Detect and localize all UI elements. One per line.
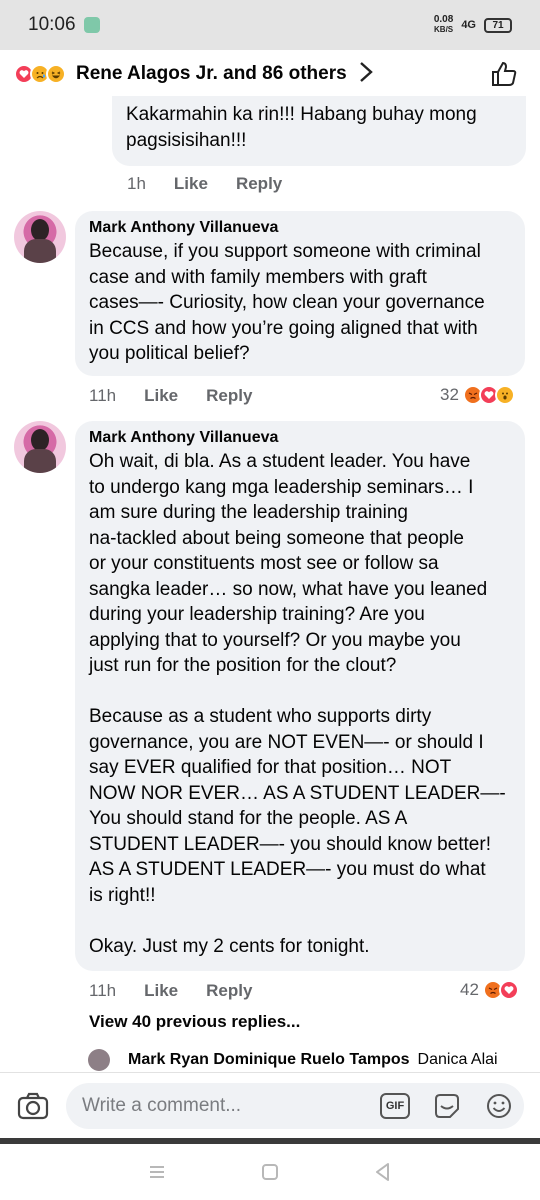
system-nav-bar [0, 1144, 540, 1200]
menu-nav-icon[interactable] [145, 1160, 169, 1184]
comment-bubble[interactable]: Mark Anthony Villanueva Oh wait, di bla.… [75, 421, 525, 971]
net-speed-unit: KB/S [434, 25, 454, 34]
like-link[interactable]: Like [144, 386, 178, 406]
haha-reaction-icon [46, 64, 66, 84]
avatar-body [24, 239, 56, 263]
comment-text: Kakarmahin ka rin!!! Habang buhay mong p… [126, 104, 477, 151]
avatar-head [31, 219, 49, 241]
comment-bubble[interactable]: Mark Anthony Villanueva Because, if you … [75, 211, 525, 376]
camera-icon[interactable] [16, 1089, 50, 1123]
net-speed-value: 0.08 [433, 14, 454, 25]
reactions-header[interactable]: Rene Alagos Jr. and 86 others [0, 50, 540, 98]
net-speed: 0.08 KB/S [434, 15, 453, 35]
signal-icon: 4G [461, 19, 476, 31]
chevron-right-icon[interactable] [359, 59, 373, 90]
reply-link[interactable]: Reply [236, 174, 282, 194]
gif-button[interactable]: GIF [380, 1092, 410, 1119]
reply-preview-names: Mark Ryan Dominique Ruelo Tampos [128, 1051, 410, 1068]
reply-avatar [88, 1049, 110, 1071]
sticker-icon[interactable] [432, 1091, 462, 1121]
reply-link[interactable]: Reply [206, 386, 252, 406]
battery-icon: 71 [484, 17, 512, 33]
comment-time: 11h [89, 981, 117, 1000]
comment-input[interactable] [82, 1094, 370, 1117]
avatar-body [24, 449, 56, 473]
emoji-icon[interactable] [484, 1091, 514, 1121]
reaction-count: 42 [460, 980, 479, 999]
reaction-count: 32 [440, 385, 459, 404]
wow-reaction-icon [494, 385, 515, 405]
reaction-summary[interactable]: 32 [440, 385, 515, 405]
comment-meta: 11h Like Reply [89, 981, 252, 1001]
comment-text: Oh wait, di bla. As a student leader. Yo… [89, 451, 506, 957]
like-link[interactable]: Like [174, 174, 208, 194]
comment-author[interactable]: Mark Anthony Villanueva [89, 427, 511, 449]
love-reaction-icon [498, 980, 519, 1000]
status-time: 10:06 [28, 14, 76, 35]
view-previous-replies-link[interactable]: View 40 previous replies... [89, 1012, 300, 1032]
comment-meta: 1h Like Reply [127, 174, 282, 194]
app-notification-icon [83, 17, 100, 33]
like-thumb-icon[interactable] [490, 60, 518, 88]
header-reaction-icons [14, 64, 66, 84]
home-nav-icon[interactable] [258, 1160, 282, 1184]
back-nav-icon[interactable] [371, 1160, 395, 1184]
reaction-summary[interactable]: 42 [460, 980, 519, 1000]
like-link[interactable]: Like [144, 981, 178, 1001]
reply-link[interactable]: Reply [206, 981, 252, 1001]
avatar-head [31, 429, 49, 451]
avatar[interactable] [14, 211, 66, 263]
status-bar: 10:06 0.08 KB/S 4G 71 [0, 0, 540, 50]
comment-meta: 11h Like Reply [89, 386, 252, 406]
reply-preview[interactable]: Mark Ryan Dominique Ruelo Tampos Danica … [88, 1049, 528, 1071]
reply-preview-extra: Danica Alai [417, 1051, 498, 1068]
comment-author[interactable]: Mark Anthony Villanueva [89, 217, 511, 239]
comment-text: Because, if you support someone with cri… [89, 241, 485, 364]
comment-time: 1h [127, 174, 146, 193]
comment-input-wrapper[interactable]: GIF [66, 1082, 524, 1129]
comment-time: 11h [89, 386, 117, 405]
status-indicators: 0.08 KB/S 4G 71 [434, 15, 512, 35]
avatar[interactable] [14, 421, 66, 473]
comment-composer: GIF [0, 1072, 540, 1138]
reactors-title[interactable]: Rene Alagos Jr. and 86 others [76, 63, 347, 85]
comment-bubble[interactable]: Kakarmahin ka rin!!! Habang buhay mong p… [112, 96, 526, 166]
